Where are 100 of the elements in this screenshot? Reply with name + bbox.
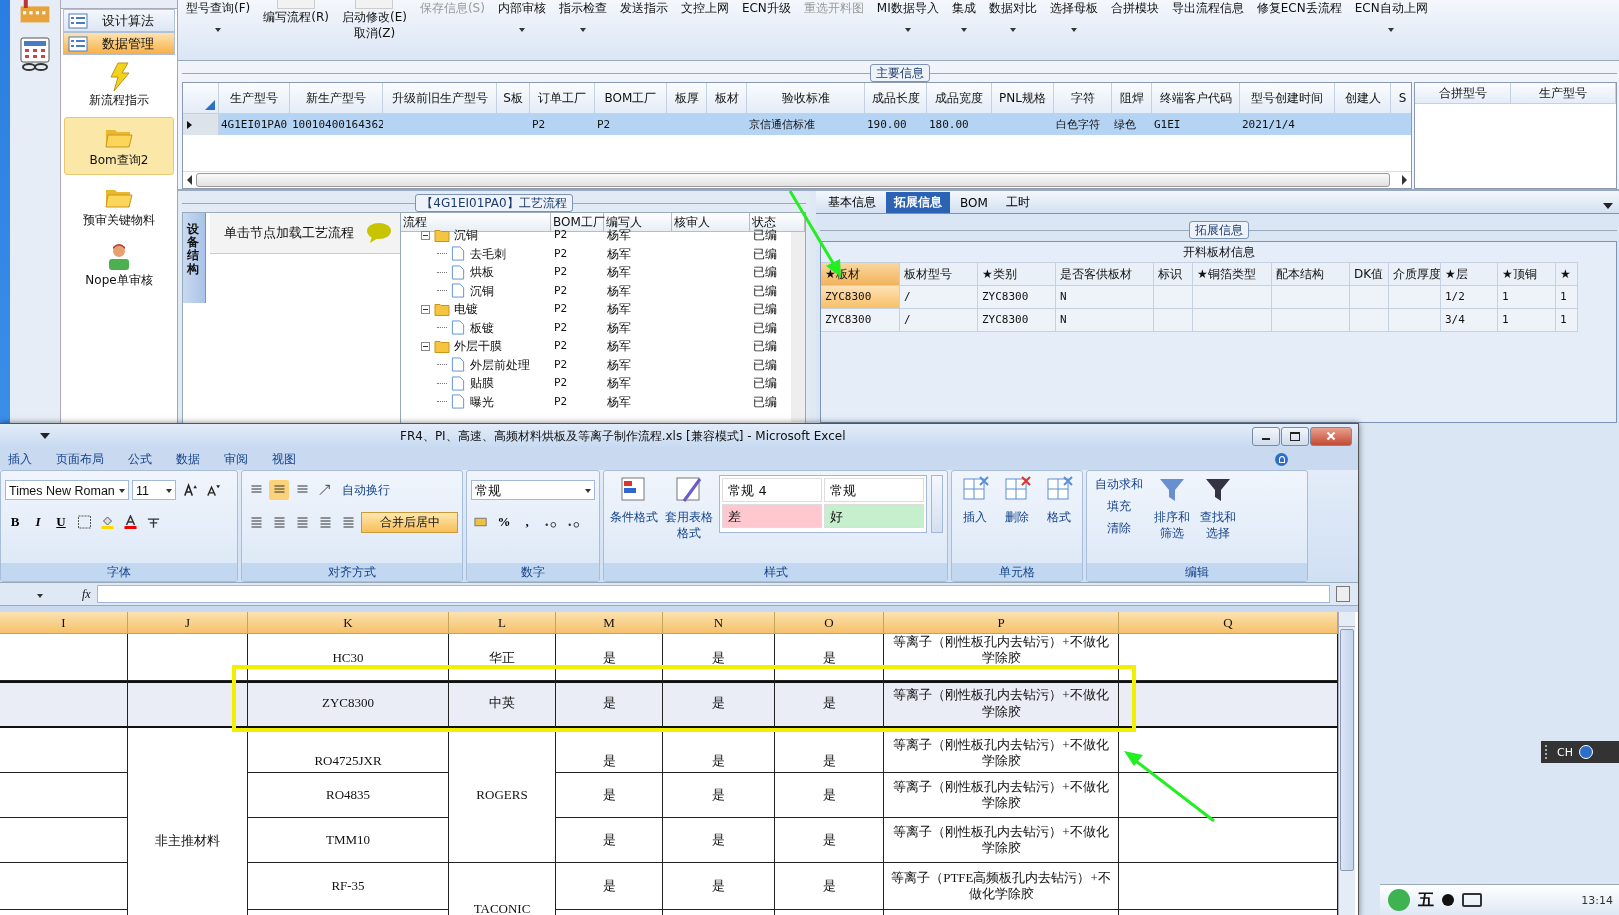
toolbar-button[interactable]: 取消(Z) <box>353 25 396 41</box>
toolbar-button[interactable]: ECN升级 <box>741 0 791 16</box>
column-header[interactable]: I <box>0 612 128 634</box>
column-header[interactable]: S <box>1391 83 1411 114</box>
tree-node[interactable]: 沉铜 <box>470 281 494 300</box>
toolbar-button[interactable]: MI数据导入 <box>876 0 939 16</box>
column-header[interactable]: 板材 <box>707 83 747 114</box>
column-header[interactable]: PNL规格 <box>992 83 1054 114</box>
tree-node[interactable]: 外层前处理 <box>470 355 530 374</box>
scroll-right-icon[interactable] <box>1402 175 1407 185</box>
tab[interactable]: 工时 <box>997 192 1038 213</box>
number-button[interactable]: % <box>494 512 514 532</box>
column-header[interactable]: Q <box>1119 612 1338 634</box>
column-header[interactable]: 合拼型号 <box>1415 83 1511 104</box>
edit-button[interactable]: 清除 <box>1091 519 1147 538</box>
restore-icon[interactable] <box>1281 426 1309 446</box>
cell-style[interactable]: 好 <box>824 504 925 528</box>
column-header[interactable]: 创建人 <box>1335 83 1391 114</box>
nav-tile[interactable]: 预审关键物料 <box>64 177 174 235</box>
table-format-button[interactable]: 套用表格格式 <box>663 475 716 563</box>
keyboard-icon[interactable] <box>1462 893 1482 907</box>
number-format-field[interactable]: 常规 <box>471 480 595 500</box>
column-header[interactable]: DK值 <box>1350 262 1389 286</box>
toolbar-button[interactable]: 合拼模块 <box>1110 0 1159 16</box>
column-header[interactable]: 型号创建时间 <box>1240 83 1335 114</box>
align-icon[interactable] <box>269 480 289 500</box>
cells-button[interactable]: 删除 <box>998 475 1036 563</box>
nav-tile[interactable]: Bom查询2 <box>64 117 174 175</box>
merge-center-button[interactable]: 合并后居中 <box>361 511 458 533</box>
scrollbar-thumb[interactable] <box>1340 629 1354 871</box>
column-header[interactable]: ★ <box>1556 262 1578 286</box>
column-header[interactable]: 阻焊 <box>1112 83 1152 114</box>
toolbar-button[interactable]: 数据对比 <box>988 0 1037 16</box>
ribbon-tab[interactable]: 视图 <box>264 450 304 468</box>
column-header[interactable]: BOM工厂 <box>595 83 667 114</box>
language-indicator[interactable]: CH <box>1557 745 1573 759</box>
collapse-icon[interactable] <box>421 304 430 314</box>
fullwidth-icon[interactable] <box>1442 894 1454 906</box>
scrollbar[interactable] <box>791 232 805 422</box>
ime-logo-icon[interactable] <box>1388 889 1410 911</box>
column-header[interactable]: S板 <box>497 83 530 114</box>
tree-node[interactable]: 板镀 <box>470 318 494 337</box>
caret-icon[interactable] <box>579 28 586 32</box>
collapse-icon[interactable] <box>421 341 430 351</box>
column-header[interactable]: 板厚 <box>667 83 707 114</box>
column-header[interactable]: 升级前旧生产型号 <box>383 83 497 114</box>
column-header[interactable]: 验收标准 <box>747 83 865 114</box>
column-header[interactable]: 生产型号 <box>219 83 290 114</box>
collapse-icon[interactable] <box>421 230 430 240</box>
toolbar-button[interactable]: 文控上网 <box>680 0 729 16</box>
column-header[interactable]: ★铜箔类型 <box>1193 262 1272 286</box>
help-icon[interactable] <box>1275 452 1288 466</box>
tree-node[interactable]: 外层干膜 <box>454 337 502 356</box>
toolbar-button[interactable]: 编写流程(R) <box>263 9 329 25</box>
column-header[interactable]: 配本结构 <box>1272 262 1350 286</box>
conditional-format-button[interactable]: 条件格式 <box>608 475 660 563</box>
ribbon-tab[interactable]: 数据 <box>168 450 208 468</box>
column-header[interactable]: L <box>449 612 556 634</box>
nav-item[interactable]: 数据管理 <box>63 32 175 55</box>
calculator-icon[interactable] <box>17 36 53 72</box>
quick-access-icon[interactable] <box>40 433 50 439</box>
column-header[interactable]: 核审人 <box>672 213 750 231</box>
number-button[interactable]: , <box>517 512 537 532</box>
column-header[interactable]: 新生产型号 <box>290 83 383 114</box>
cell-style[interactable]: 常规 <box>824 478 925 502</box>
column-header[interactable]: 标识 <box>1154 262 1193 286</box>
tree-node[interactable]: 曝光 <box>470 392 494 411</box>
column-header[interactable]: BOM工厂 <box>551 213 604 231</box>
tab[interactable]: BOM <box>952 192 996 213</box>
side-tab[interactable]: 设备结构 <box>183 213 206 303</box>
column-header[interactable]: 终端客户代码 <box>1152 83 1240 114</box>
help-icon[interactable] <box>1578 745 1593 759</box>
dropdown-icon[interactable] <box>1603 203 1613 209</box>
cell-style[interactable]: 差 <box>722 504 823 528</box>
close-icon[interactable] <box>1310 426 1352 446</box>
edit-button[interactable]: 填充 <box>1091 497 1147 516</box>
font-size-field[interactable]: 11 <box>132 480 176 500</box>
cells-button[interactable]: 格式 <box>1040 475 1078 563</box>
caret-icon[interactable] <box>518 28 525 32</box>
column-header[interactable]: 成品宽度 <box>927 83 992 114</box>
format-button[interactable]: U <box>51 512 71 532</box>
minimize-icon[interactable] <box>1252 426 1280 446</box>
ribbon-tab[interactable]: 公式 <box>120 450 160 468</box>
ribbon-tab[interactable]: 审阅 <box>216 450 256 468</box>
toolbar-button[interactable]: 指示检查 <box>558 0 607 16</box>
caret-icon[interactable] <box>904 28 911 32</box>
toolbar-button[interactable]: 发送指示 <box>619 0 668 16</box>
nav-tile[interactable]: Nope单审核 <box>64 237 174 295</box>
formula-field[interactable] <box>96 585 1330 603</box>
column-header[interactable]: ★层 <box>1441 262 1498 286</box>
column-header[interactable]: K <box>248 612 449 634</box>
column-header[interactable]: ★类别 <box>978 262 1056 286</box>
nav-tile[interactable]: 新流程指示 <box>64 57 174 115</box>
cells-button[interactable]: 插入 <box>956 475 994 563</box>
format-button[interactable]: I <box>28 512 48 532</box>
column-header[interactable]: 介质厚度 <box>1389 262 1441 286</box>
font-field[interactable]: Times New Roman <box>5 480 129 500</box>
edit-button[interactable]: 排序和筛选 <box>1151 475 1193 563</box>
ribbon-tab[interactable]: 插入 <box>0 450 40 468</box>
scrollbar-thumb[interactable] <box>196 173 1390 187</box>
